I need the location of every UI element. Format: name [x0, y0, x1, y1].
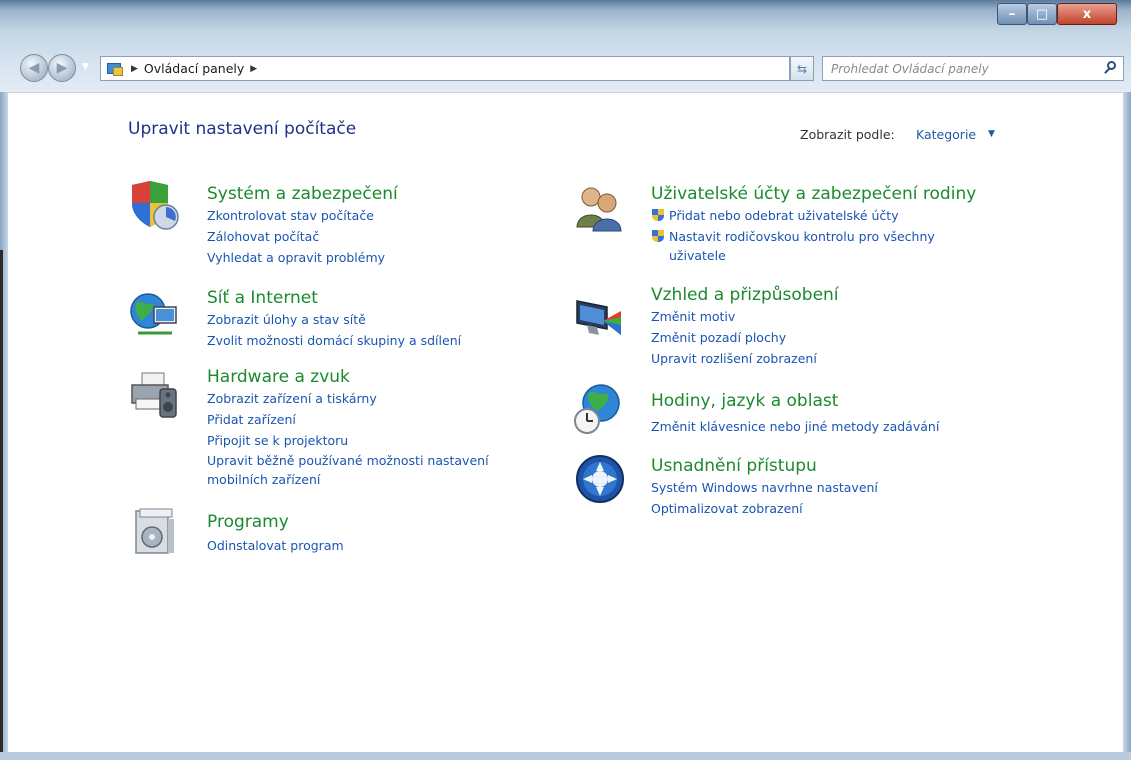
page-title: Upravit nastavení počítače	[128, 119, 357, 139]
link-adjust-screen-resolution[interactable]: Upravit rozlišení zobrazení	[651, 348, 839, 369]
category-title-user-accounts[interactable]: Uživatelské účty a zabezpečení rodiny	[651, 183, 976, 205]
ease-of-access-icon[interactable]	[574, 453, 626, 505]
link-view-network-status[interactable]: Zobrazit úlohy a stav sítě	[207, 309, 461, 330]
link-homegroup-sharing[interactable]: Zvolit možnosti domácí skupiny a sdílení	[207, 330, 461, 351]
appearance-monitor-icon[interactable]	[573, 291, 625, 343]
content-area: Upravit nastavení počítače Zobrazit podl…	[8, 92, 1123, 752]
chevron-down-icon[interactable]: ▼	[988, 129, 995, 139]
link-mobility-settings-line2: mobilních zařízení	[207, 472, 321, 487]
link-mobility-settings[interactable]: Upravit běžně používané možnosti nastave…	[207, 451, 489, 489]
uac-shield-icon	[651, 208, 665, 222]
printer-speaker-icon[interactable]	[128, 369, 180, 421]
user-accounts-icon[interactable]	[573, 181, 625, 233]
category-system-security: Systém a zabezpečení Zkontrolovat stav p…	[207, 183, 398, 268]
link-connect-projector[interactable]: Připojit se k projektoru	[207, 430, 489, 451]
search-input[interactable]	[831, 61, 1091, 76]
category-ease-of-access: Usnadnění přístupu Systém Windows navrhn…	[651, 455, 878, 519]
link-change-desktop-background[interactable]: Změnit pozadí plochy	[651, 327, 839, 348]
maximize-button[interactable]: □	[1027, 3, 1057, 25]
minimize-icon: –	[1008, 6, 1016, 22]
category-title-programs[interactable]: Programy	[207, 511, 344, 533]
control-panel-window: – □ x ◀ ▶ ▼ ▶ Ovládací panely ▶ ▼ ⇆ Upra…	[0, 0, 1131, 760]
link-change-keyboards[interactable]: Změnit klávesnice nebo jiné metody zadáv…	[651, 416, 939, 437]
network-globe-icon[interactable]	[128, 289, 180, 341]
refresh-icon: ⇆	[796, 61, 808, 76]
link-windows-suggest-settings[interactable]: Systém Windows navrhne nastavení	[651, 477, 878, 498]
category-programs: Programy Odinstalovat program	[207, 511, 344, 556]
view-by-label: Zobrazit podle:	[800, 127, 895, 142]
view-by-dropdown[interactable]: Kategorie	[916, 127, 976, 142]
forward-arrow-icon: ▶	[56, 60, 68, 76]
link-uninstall-program[interactable]: Odinstalovat program	[207, 535, 344, 556]
window-frame-right	[1123, 92, 1131, 760]
link-mobility-settings-line1: Upravit běžně používané možnosti nastave…	[207, 453, 489, 468]
link-add-remove-accounts-label: Přidat nebo odebrat uživatelské účty	[669, 208, 899, 223]
category-title-appearance[interactable]: Vzhled a přizpůsobení	[651, 284, 839, 306]
breadcrumb-control-panel[interactable]: Ovládací panely	[144, 61, 244, 76]
link-backup-computer[interactable]: Zálohovat počítač	[207, 226, 398, 247]
link-parental-controls-line1: Nastavit rodičovskou kontrolu pro všechn…	[669, 229, 935, 244]
security-shield-icon[interactable]	[128, 179, 180, 231]
category-title-network-internet[interactable]: Síť a Internet	[207, 287, 461, 309]
close-button[interactable]: x	[1057, 3, 1117, 25]
window-edge-shadow	[0, 250, 3, 760]
category-user-accounts: Uživatelské účty a zabezpečení rodiny Př…	[651, 183, 976, 265]
clock-globe-icon[interactable]	[573, 383, 625, 435]
category-title-hardware-sound[interactable]: Hardware a zvuk	[207, 366, 489, 388]
category-clock-language-region: Hodiny, jazyk a oblast Změnit klávesnice…	[651, 390, 939, 437]
category-title-clock-language-region[interactable]: Hodiny, jazyk a oblast	[651, 390, 939, 412]
link-find-fix-problems[interactable]: Vyhledat a opravit problémy	[207, 247, 398, 268]
breadcrumb-separator-icon[interactable]: ▶	[131, 64, 138, 74]
uac-shield-icon	[651, 229, 665, 243]
category-title-system-security[interactable]: Systém a zabezpečení	[207, 183, 398, 205]
category-network-internet: Síť a Internet Zobrazit úlohy a stav sít…	[207, 287, 461, 351]
link-check-computer-status[interactable]: Zkontrolovat stav počítače	[207, 205, 398, 226]
minimize-button[interactable]: –	[997, 3, 1027, 25]
maximize-icon: □	[1035, 6, 1049, 22]
category-hardware-sound: Hardware a zvuk Zobrazit zařízení a tisk…	[207, 366, 489, 489]
breadcrumb-separator-icon[interactable]: ▶	[250, 64, 257, 74]
chevron-down-icon: ▼	[82, 62, 89, 72]
search-box[interactable]	[822, 56, 1124, 81]
link-optimize-display[interactable]: Optimalizovat zobrazení	[651, 498, 878, 519]
link-devices-printers[interactable]: Zobrazit zařízení a tiskárny	[207, 388, 489, 409]
back-button[interactable]: ◀	[20, 54, 48, 82]
search-icon[interactable]	[1103, 61, 1117, 75]
window-frame-bottom	[0, 752, 1131, 760]
control-panel-icon	[107, 61, 125, 77]
programs-box-icon[interactable]	[130, 507, 182, 559]
address-bar[interactable]: ▶ Ovládací panely ▶ ▼	[100, 56, 870, 81]
close-icon: x	[1082, 6, 1092, 22]
refresh-button[interactable]: ⇆	[790, 56, 814, 81]
link-add-remove-accounts[interactable]: Přidat nebo odebrat uživatelské účty	[651, 205, 976, 226]
forward-button[interactable]: ▶	[48, 54, 76, 82]
link-parental-controls[interactable]: Nastavit rodičovskou kontrolu pro všechn…	[651, 226, 976, 265]
category-appearance: Vzhled a přizpůsobení Změnit motiv Změni…	[651, 284, 839, 369]
category-title-ease-of-access[interactable]: Usnadnění přístupu	[651, 455, 878, 477]
recent-pages-dropdown[interactable]: ▼	[82, 62, 94, 74]
link-parental-controls-line2: uživatele	[669, 248, 726, 263]
link-change-theme[interactable]: Změnit motiv	[651, 306, 839, 327]
back-arrow-icon: ◀	[28, 60, 40, 76]
link-add-device[interactable]: Přidat zařízení	[207, 409, 489, 430]
